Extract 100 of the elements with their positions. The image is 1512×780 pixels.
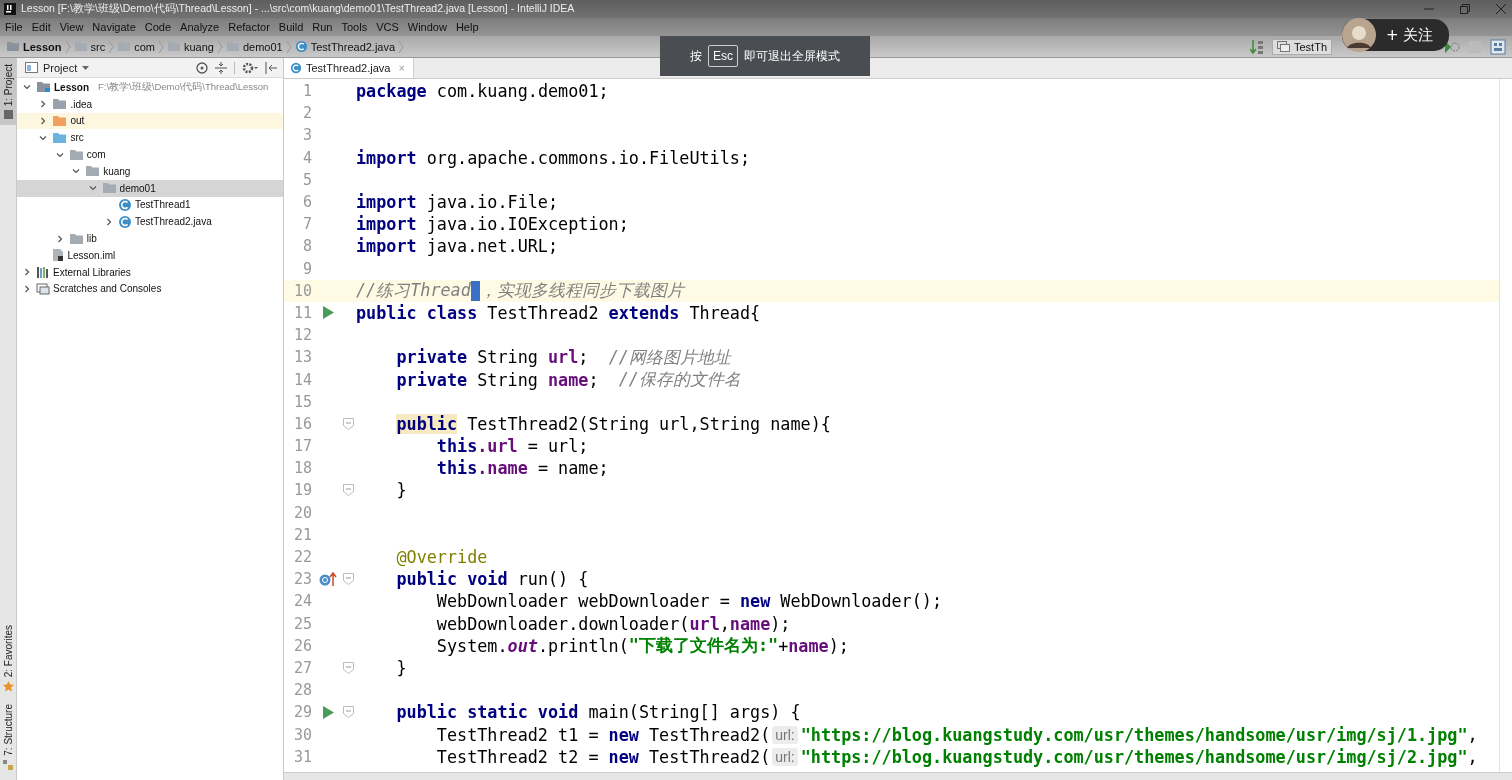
chevron-right-icon[interactable]: [105, 217, 113, 226]
code-text: String: [477, 369, 539, 390]
code-text: Thread{: [689, 302, 761, 323]
breadcrumb[interactable]: com: [117, 40, 155, 53]
tree-label: Scratches and Consoles: [53, 283, 162, 295]
tree-item[interactable]: TestThread2.java: [17, 213, 283, 231]
menu-item[interactable]: Window: [407, 21, 447, 33]
chevron-right-icon: [285, 39, 292, 54]
code-text: ;: [578, 347, 590, 368]
menu-item[interactable]: Code: [144, 21, 172, 33]
menu-item[interactable]: Analyze: [180, 21, 220, 33]
tree-item[interactable]: kuang: [17, 163, 283, 180]
menu-item[interactable]: Refactor: [228, 21, 270, 33]
code-text: = url;: [527, 436, 589, 457]
line-number: 9: [301, 259, 312, 278]
debug-icon[interactable]: [1444, 39, 1460, 54]
collapse-icon[interactable]: [215, 61, 227, 74]
menu-item[interactable]: Build: [278, 21, 304, 33]
code-keyword: package: [356, 81, 427, 102]
line-number: 2: [301, 104, 312, 123]
notice-text: 即可退出全屏模式: [744, 47, 840, 65]
tree-item[interactable]: out: [17, 112, 283, 130]
panel-title-dropdown[interactable]: Project: [25, 61, 90, 74]
code-text: .println(: [537, 635, 629, 656]
settings-icon[interactable]: [242, 61, 258, 74]
app-icon: [4, 3, 16, 15]
breadcrumb[interactable]: Lesson: [6, 40, 62, 53]
code-field: name: [729, 613, 771, 634]
tree-item[interactable]: TestThread1: [17, 196, 283, 214]
line-number: 17: [292, 437, 312, 456]
window-icon: [25, 62, 38, 73]
tree-item[interactable]: src: [17, 129, 283, 147]
run-icon[interactable]: [322, 705, 334, 719]
tree-item[interactable]: .idea: [17, 95, 283, 113]
menu-item[interactable]: Tools: [341, 21, 368, 33]
sort-icon[interactable]: [1250, 38, 1264, 55]
tree-item[interactable]: Scratches and Consoles: [17, 280, 283, 298]
class-icon: [290, 62, 302, 74]
code-comment: //保存的文件名: [618, 368, 741, 392]
line-number: 14: [292, 370, 312, 389]
menu-item[interactable]: Help: [455, 21, 479, 33]
breadcrumb[interactable]: kuang: [166, 40, 214, 53]
breadcrumb[interactable]: src: [73, 40, 106, 53]
override-icon[interactable]: [319, 572, 337, 587]
code-string: "下载了文件名为:": [628, 634, 779, 658]
tree-item[interactable]: Lesson F:\教学\班级\Demo\代码\Thread\Lesson: [17, 79, 283, 96]
line-number: 29: [292, 703, 312, 722]
code-text: TestThread2: [487, 302, 600, 323]
class-icon: [118, 214, 132, 229]
tree-label: src: [70, 132, 84, 144]
line-number: 30: [292, 725, 312, 744]
editor-tab[interactable]: TestThread2.java ×: [284, 58, 414, 78]
tool-window-tab[interactable]: 7: Structure: [0, 698, 16, 776]
window-title: Lesson [F:\教学\班级\Demo\代码\Thread\Lesson] - ...\src\com\kuang\demo01\TestThread2.java [Lesson] - IntelliJ IDEA: [21, 2, 575, 16]
close-icon[interactable]: [1496, 4, 1506, 14]
line-number: 13: [292, 348, 312, 367]
tree-item[interactable]: com: [17, 146, 283, 163]
menu-item[interactable]: Edit: [31, 21, 51, 33]
menu-item[interactable]: Run: [312, 21, 333, 33]
avatar: [1342, 18, 1376, 52]
tree-item[interactable]: External Libraries: [17, 263, 283, 281]
tool-window-tab[interactable]: 1: Project: [0, 58, 16, 126]
tool-window-tab[interactable]: 2: Favorites: [0, 619, 16, 699]
code-text: System.: [436, 635, 508, 656]
code-keyword: import: [356, 147, 417, 168]
code-keyword: extends: [608, 302, 680, 323]
code-keyword: new: [608, 724, 639, 745]
code-text: run() {: [517, 569, 589, 590]
run-icon[interactable]: [322, 306, 334, 320]
code-text: TestThread2(String url,String name){: [467, 413, 831, 434]
tree-item[interactable]: lib: [17, 230, 283, 247]
line-number: 27: [292, 658, 312, 677]
horizontal-scrollbar[interactable]: [284, 772, 1512, 780]
chevron-down-icon[interactable]: [23, 83, 31, 92]
menu-item[interactable]: Navigate: [92, 21, 136, 33]
restore-icon[interactable]: [1460, 4, 1470, 14]
locate-icon[interactable]: [196, 61, 208, 74]
line-number: 15: [292, 392, 312, 411]
run-configuration-dropdown[interactable]: TestTh: [1272, 38, 1332, 55]
breadcrumb[interactable]: TestThread2.java: [294, 40, 396, 53]
menu-item[interactable]: VCS: [376, 21, 399, 33]
hide-panel-icon[interactable]: [265, 61, 277, 74]
chevron-right-icon: [216, 39, 223, 54]
follow-button[interactable]: + 关注: [1342, 19, 1450, 51]
chevron-right-icon[interactable]: [55, 234, 64, 243]
menu-item[interactable]: File: [5, 21, 23, 33]
code-field: .name: [477, 458, 528, 479]
tree-item[interactable]: demo01: [17, 179, 283, 197]
code-text: WebDownloader webDownloader =: [436, 591, 731, 612]
tree-label: .idea: [70, 98, 93, 110]
tree-item[interactable]: Lesson.iml: [17, 246, 283, 264]
tree-label: demo01: [119, 182, 156, 194]
code-annotation: @Override: [396, 547, 488, 568]
breadcrumb[interactable]: demo01: [225, 40, 283, 53]
code-field: name: [788, 635, 829, 656]
project-structure-icon[interactable]: [1490, 38, 1506, 55]
menu-item[interactable]: View: [59, 21, 84, 33]
code-keyword: public static void: [396, 702, 579, 723]
line-number: 4: [301, 148, 312, 167]
line-number: 5: [301, 170, 312, 189]
